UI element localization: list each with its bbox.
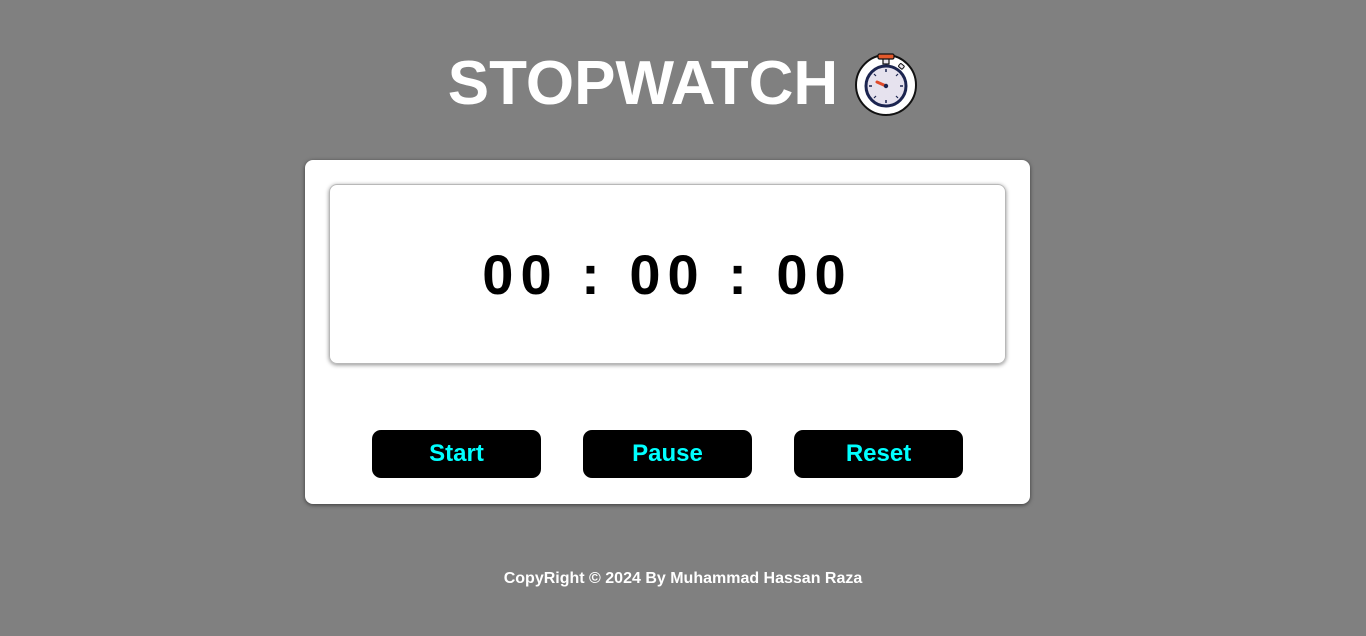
header: STOPWATCH: [0, 44, 1366, 124]
start-button[interactable]: Start: [372, 430, 541, 478]
page-title: STOPWATCH: [447, 49, 839, 118]
time-display: 00 : 00 : 00: [329, 184, 1006, 364]
stopwatch-card: 00 : 00 : 00 Start Pause Reset: [305, 160, 1030, 504]
copyright-footer: CopyRight © 2024 By Muhammad Hassan Raza: [503, 570, 863, 587]
pause-button[interactable]: Pause: [583, 430, 752, 478]
stopwatch-icon: [854, 50, 918, 116]
time-readout: 00 : 00 : 00: [482, 242, 853, 306]
reset-button[interactable]: Reset: [794, 430, 963, 478]
